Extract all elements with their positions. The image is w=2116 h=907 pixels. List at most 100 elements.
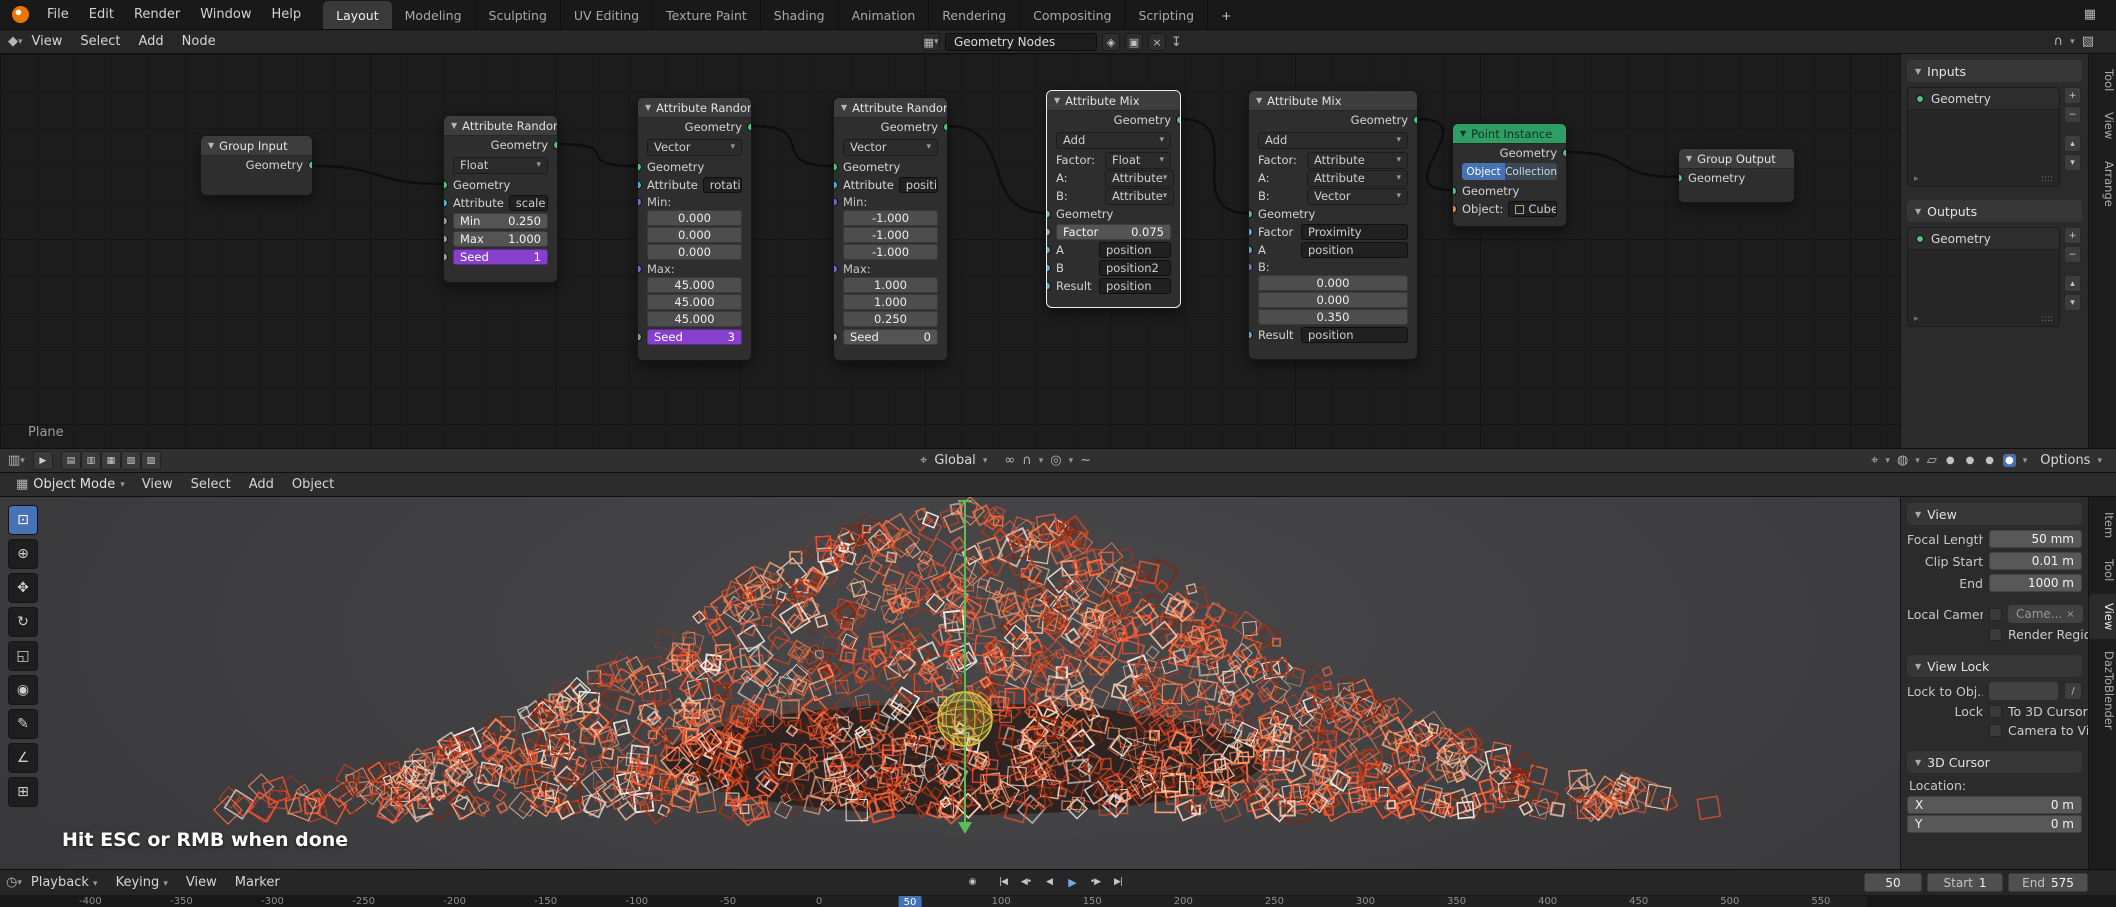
b-z-field[interactable]: 0.350 xyxy=(1258,309,1408,325)
browse-node-tree-button[interactable]: ▦▾ xyxy=(922,33,940,51)
expand-icon[interactable]: ▸ xyxy=(1914,174,1919,184)
clear-icon[interactable]: × xyxy=(2066,609,2074,620)
mode-selector[interactable]: ▦ Object Mode ▾ xyxy=(8,477,133,492)
max-vector-fields[interactable]: 1.000 1.000 0.250 xyxy=(843,277,938,327)
workspace-tab-modeling[interactable]: Modeling xyxy=(392,1,476,29)
b-y-field[interactable]: 0.000 xyxy=(1258,292,1408,308)
caret-down-icon[interactable]: ▾ xyxy=(983,456,988,466)
playback-menu[interactable]: Playback ▾ xyxy=(22,875,107,890)
workspace-tab-rendering[interactable]: Rendering xyxy=(929,1,1020,29)
b-type-dropdown[interactable]: Attribute▾ xyxy=(1105,188,1174,205)
seed-field[interactable]: Seed0 xyxy=(843,329,938,345)
workspace-tab-texture-paint[interactable]: Texture Paint xyxy=(653,1,761,29)
tab-view[interactable]: View xyxy=(2089,103,2116,148)
scene-selector-icon[interactable]: ▦ xyxy=(2084,7,2096,22)
geometry-output-socket[interactable] xyxy=(1562,149,1567,158)
play-button[interactable]: ▶ xyxy=(1062,873,1082,891)
unlink-button[interactable]: × xyxy=(1148,33,1166,51)
geometry-output-socket[interactable] xyxy=(747,123,752,132)
frame-start-field[interactable]: Start1 xyxy=(1927,873,2003,892)
tab-tool[interactable]: Tool xyxy=(2089,60,2116,100)
snapping-magnet-icon[interactable]: ∩ xyxy=(1022,453,1032,468)
tool-setting-icon-3[interactable]: ▦ xyxy=(101,451,121,470)
tab-tool[interactable]: Tool xyxy=(2089,550,2116,590)
snapping-caret-icon[interactable]: ▾ xyxy=(2070,37,2075,47)
geometry-input-socket[interactable] xyxy=(443,181,448,190)
min-vector-fields[interactable]: 0.000 0.000 0.000 xyxy=(647,210,742,260)
factor-field[interactable]: Proximity xyxy=(1301,224,1408,240)
geometry-input-socket[interactable] xyxy=(1248,210,1253,219)
node-menu-select[interactable]: Select xyxy=(71,34,129,49)
jump-to-end-button[interactable]: ▶| xyxy=(1108,873,1128,891)
current-frame-field[interactable]: 50 xyxy=(1864,873,1922,892)
geometry-input-socket[interactable] xyxy=(1678,174,1683,183)
min-x-field[interactable]: 0.000 xyxy=(647,210,742,226)
shading-wireframe-icon[interactable]: ● xyxy=(1944,454,1957,467)
collapse-icon[interactable]: ▼ xyxy=(841,103,847,112)
min-z-field[interactable]: 0.000 xyxy=(647,244,742,260)
seed-socket[interactable] xyxy=(443,253,448,262)
collapse-icon[interactable]: ▼ xyxy=(1460,129,1466,138)
tab-item[interactable]: Item xyxy=(2089,503,2116,547)
node-menu-view[interactable]: View xyxy=(23,34,72,49)
factor-type-dropdown[interactable]: Float▾ xyxy=(1105,152,1171,169)
min-socket[interactable] xyxy=(833,197,838,206)
factor-field[interactable]: Factor0.075 xyxy=(1056,224,1171,240)
a-socket[interactable] xyxy=(1248,246,1253,255)
viewport-menu-object[interactable]: Object xyxy=(283,477,343,492)
cursor-panel-header[interactable]: ▼3D Cursor xyxy=(1907,751,2082,773)
result-socket[interactable] xyxy=(1046,282,1051,291)
menu-edit[interactable]: Edit xyxy=(79,7,124,22)
seed-socket[interactable] xyxy=(833,333,838,342)
output-item-geometry[interactable]: Geometry xyxy=(1908,228,2059,250)
fake-user-button[interactable]: ◈ xyxy=(1102,33,1120,51)
menu-render[interactable]: Render xyxy=(124,7,190,22)
max-x-field[interactable]: 1.000 xyxy=(843,277,938,293)
min-socket[interactable] xyxy=(443,217,448,226)
geometry-input-socket[interactable] xyxy=(833,163,838,172)
editor-type-icon[interactable]: ▥ xyxy=(8,453,20,468)
clip-start-field[interactable]: 0.01 m xyxy=(1989,552,2082,570)
collapse-icon[interactable]: ▼ xyxy=(1686,154,1692,163)
blend-mode-dropdown[interactable]: Add▾ xyxy=(1056,132,1171,149)
inputs-panel-header[interactable]: ▼Inputs xyxy=(1907,60,2082,82)
blender-logo-icon[interactable] xyxy=(12,6,29,23)
outputs-panel-header[interactable]: ▼Outputs xyxy=(1907,200,2082,222)
max-y-field[interactable]: 1.000 xyxy=(843,294,938,310)
xray-toggle-icon[interactable]: ▱ xyxy=(1927,453,1937,468)
resize-grip-icon[interactable]: :::: xyxy=(2041,314,2053,324)
active-tool-icon[interactable]: ▶ xyxy=(33,451,53,470)
caret-down-icon[interactable]: ▾ xyxy=(1915,456,1920,466)
result-field[interactable]: position xyxy=(1099,278,1171,294)
geometry-input-socket[interactable] xyxy=(637,163,642,172)
orientation-value[interactable]: Global xyxy=(934,453,975,468)
add-cube-tool[interactable]: ⊞ xyxy=(8,777,38,807)
node-menu-add[interactable]: Add xyxy=(130,34,173,49)
rotate-tool[interactable]: ↻ xyxy=(8,607,38,637)
camera-to-view-checkbox[interactable] xyxy=(1989,724,2002,737)
a-type-dropdown[interactable]: Attribute▾ xyxy=(1105,170,1174,187)
expand-icon[interactable]: ▸ xyxy=(1914,314,1919,324)
overlays-icon[interactable]: ▧ xyxy=(2082,34,2094,49)
gizmos-toggle-icon[interactable]: ⌖ xyxy=(1871,453,1878,468)
geometry-output-socket[interactable] xyxy=(308,161,313,170)
a-socket[interactable] xyxy=(1046,246,1051,255)
b-socket[interactable] xyxy=(1046,264,1051,273)
jump-to-start-button[interactable]: |◀ xyxy=(993,873,1013,891)
node-menu-node[interactable]: Node xyxy=(173,34,225,49)
editor-type-caret-icon[interactable]: ▾ xyxy=(20,456,25,466)
timeline-menu-view[interactable]: View xyxy=(177,875,226,890)
max-socket[interactable] xyxy=(443,235,448,244)
blend-mode-dropdown[interactable]: Add▾ xyxy=(1258,132,1408,149)
max-field[interactable]: Max1.000 xyxy=(453,231,548,247)
auto-keyframe-button[interactable]: ◉ xyxy=(962,873,982,891)
shading-solid-icon[interactable]: ● xyxy=(1964,454,1977,467)
add-output-button[interactable]: + xyxy=(2064,227,2081,244)
workspace-tab-scripting[interactable]: Scripting xyxy=(1126,1,1209,29)
result-socket[interactable] xyxy=(1248,331,1253,340)
focal-length-field[interactable]: 50 mm xyxy=(1989,530,2082,548)
max-socket[interactable] xyxy=(833,264,838,273)
b-type-dropdown[interactable]: Vector▾ xyxy=(1307,188,1408,205)
data-type-dropdown[interactable]: Vector▾ xyxy=(647,139,742,156)
play-reverse-button[interactable]: ◀ xyxy=(1039,873,1059,891)
